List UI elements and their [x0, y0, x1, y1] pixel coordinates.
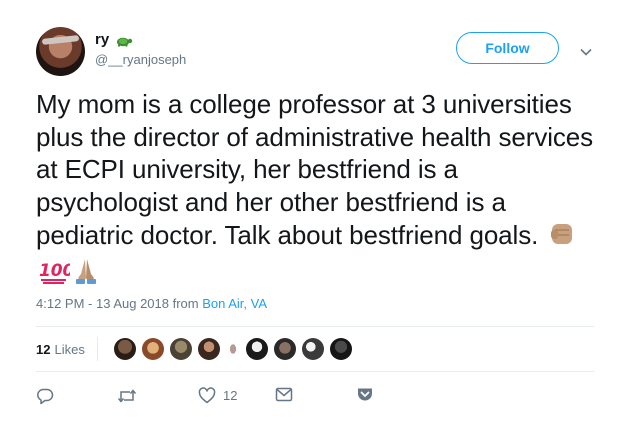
liker-avatar[interactable]	[225, 338, 240, 360]
name-row: ry	[95, 31, 133, 48]
like-count: 12	[223, 388, 238, 403]
svg-text:100: 100	[39, 261, 70, 281]
divider	[36, 371, 594, 372]
tweet-text: My mom is a college professor at 3 unive…	[36, 88, 596, 293]
like-button[interactable]: 12	[198, 387, 237, 404]
likes-separator	[96, 337, 98, 361]
tweet-meta: 4:12 PM - 13 Aug 2018 from Bon Air, VA	[36, 296, 267, 311]
hundred-points-icon: 100	[38, 256, 75, 294]
display-name[interactable]: ry	[95, 31, 109, 48]
pocket-icon	[357, 387, 373, 402]
liker-avatar[interactable]	[245, 338, 268, 360]
save-to-pocket-button[interactable]	[357, 387, 373, 402]
follow-button[interactable]: Follow	[456, 32, 559, 64]
reply-icon	[36, 387, 54, 405]
liker-avatar[interactable]	[113, 338, 136, 360]
folded-hands-icon	[72, 256, 100, 294]
likes-label[interactable]: Likes	[54, 342, 84, 357]
retweet-button[interactable]	[117, 387, 137, 405]
user-handle[interactable]: @__ryanjoseph	[95, 52, 186, 67]
divider	[36, 326, 594, 327]
heart-icon	[198, 387, 216, 404]
envelope-icon	[275, 387, 293, 402]
tweet-card: ry @__ryanjoseph Follow My mom is a coll…	[0, 0, 626, 429]
likers-list	[113, 338, 358, 360]
retweet-icon	[117, 387, 137, 405]
avatar[interactable]	[36, 27, 85, 76]
timestamp[interactable]: 4:12 PM - 13 Aug 2018 from	[36, 296, 202, 311]
liker-avatar[interactable]	[329, 338, 352, 360]
turtle-icon	[115, 34, 133, 47]
reply-button[interactable]	[36, 387, 54, 405]
raised-fist-icon	[547, 218, 577, 256]
likes-row: 12 Likes	[36, 337, 358, 361]
liker-avatar[interactable]	[301, 338, 324, 360]
chevron-down-icon[interactable]	[580, 43, 592, 56]
liker-avatar[interactable]	[197, 338, 220, 360]
likes-count[interactable]: 12	[36, 342, 50, 357]
action-bar: 12	[36, 387, 396, 407]
tweet-body: My mom is a college professor at 3 unive…	[36, 89, 594, 250]
liker-avatar[interactable]	[141, 338, 164, 360]
location-link[interactable]: Bon Air, VA	[202, 296, 267, 311]
direct-message-button[interactable]	[275, 387, 293, 402]
liker-avatar[interactable]	[273, 338, 296, 360]
liker-avatar[interactable]	[169, 338, 192, 360]
